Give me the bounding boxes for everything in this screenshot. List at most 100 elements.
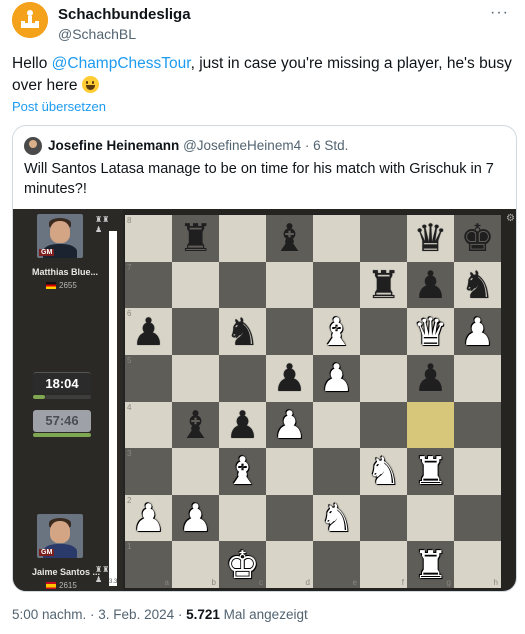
top-player-photo: GM <box>37 214 83 258</box>
file-label: g <box>446 578 451 587</box>
square-c8 <box>219 215 266 262</box>
white-rook-icon: ♜ <box>413 542 448 587</box>
file-label: e <box>352 578 357 587</box>
file-label: h <box>493 578 498 587</box>
account-handle[interactable]: @SchachBL <box>58 26 136 42</box>
square-c1: c ♚ <box>219 541 266 588</box>
square-c6: ♞ <box>219 308 266 355</box>
chess-broadcast-image[interactable]: GM ♜♜ ♟ Matthias Blue... 2655 18:04 57:4… <box>13 209 516 591</box>
square-h6: ♟ <box>454 308 501 355</box>
black-bishop-icon: ♝ <box>272 216 307 261</box>
mention-link[interactable]: @ChampChessTour <box>52 55 191 72</box>
players-icon: ♜♜ <box>95 215 110 224</box>
account-avatar[interactable] <box>12 2 48 38</box>
players-icon-bottom: ♜♜ <box>95 565 110 574</box>
translate-post-link[interactable]: Post übersetzen <box>12 99 106 114</box>
square-d2 <box>266 494 313 542</box>
square-g7: ♟ <box>407 261 454 309</box>
square-a7: 7 <box>125 261 172 309</box>
black-knight-icon: ♞ <box>225 309 260 354</box>
white-pawn-icon: ♟ <box>131 496 166 541</box>
black-rook-icon: ♜ <box>366 262 401 307</box>
quote-timestamp[interactable]: 6 Std. <box>313 138 348 153</box>
file-label: c <box>259 578 263 587</box>
square-f2 <box>360 494 407 542</box>
black-king-icon: ♚ <box>460 216 495 261</box>
player-panel: GM ♜♜ ♟ Matthias Blue... 2655 18:04 57:4… <box>13 209 123 591</box>
account-name[interactable]: Schachbundesliga <box>58 6 191 23</box>
square-e1: e <box>313 541 360 588</box>
white-rook-icon: ♜ <box>413 449 448 494</box>
bottom-player-rating-line: 2615 <box>46 581 77 590</box>
square-e3 <box>313 448 360 495</box>
square-d7 <box>266 261 313 309</box>
square-f7: ♜ <box>360 261 407 309</box>
white-pawn-icon: ♟ <box>319 356 354 401</box>
rank-label: 1 <box>127 542 132 552</box>
board-grid: 8 ♜ ♝ ♛ ♚ 7 ♜ ♟ ♞ 6 ♟ ♞ ♝ ♛ ♟ 5 ♟ ♟ ♟ 4 ♝ ♟ ♟ 3 ♝ ♞ ♜ 2 ♟ ♟ ♞ 1 a b c ♚ d e f g… <box>125 215 501 588</box>
chess-board: 8 ♜ ♝ ♛ ♚ 7 ♜ ♟ ♞ 6 ♟ ♞ ♝ ♛ ♟ 5 ♟ ♟ ♟ 4 ♝ ♟ ♟ 3 ♝ ♞ ♜ 2 ♟ ♟ ♞ 1 a b c ♚ d e f g… <box>124 214 502 589</box>
square-c5 <box>219 354 266 402</box>
square-b8: ♜ <box>172 215 219 262</box>
evaluation-value: 3.3 <box>109 579 118 585</box>
bottom-player-clock: 57:46 <box>33 410 91 432</box>
quote-author-name[interactable]: Josefine Heinemann <box>48 138 179 153</box>
file-label: d <box>305 578 310 587</box>
square-a3: 3 <box>125 448 172 495</box>
top-clock-bar-track <box>45 395 91 399</box>
quote-header: Josefine Heinemann @JosefineHeinem4 · 6 … <box>48 138 348 153</box>
rank-label: 3 <box>127 449 132 459</box>
square-g1: g ♜ <box>407 541 454 588</box>
square-f8 <box>360 215 407 262</box>
file-label: a <box>164 578 169 587</box>
quote-text: Will Santos Latasa manage to be on time … <box>24 161 494 197</box>
white-pawn-icon: ♟ <box>178 496 213 541</box>
views-label: Mal angezeigt <box>219 607 308 622</box>
white-bishop-icon: ♝ <box>319 309 354 354</box>
more-options-icon[interactable]: ··· <box>490 4 509 22</box>
black-pawn-icon: ♟ <box>131 309 166 354</box>
square-f6 <box>360 308 407 355</box>
germany-flag-icon <box>46 282 56 289</box>
square-a2: 2 ♟ <box>125 494 172 542</box>
post-time[interactable]: 5:00 nachm. <box>12 607 86 622</box>
square-d5: ♟ <box>266 354 313 402</box>
square-d6 <box>266 308 313 355</box>
top-player-title: GM <box>39 249 55 256</box>
white-king-icon: ♚ <box>225 542 260 587</box>
white-pawn-icon: ♟ <box>460 309 495 354</box>
file-label: b <box>211 578 216 587</box>
white-bishop-icon: ♝ <box>225 449 260 494</box>
black-bishop-icon: ♝ <box>178 402 213 447</box>
square-c7 <box>219 261 266 309</box>
view-count: 5.721 <box>186 607 220 622</box>
white-knight-icon: ♞ <box>319 496 354 541</box>
top-player-rating-line: 2655 <box>46 281 77 290</box>
square-b6 <box>172 308 219 355</box>
square-b5 <box>172 354 219 402</box>
square-c2 <box>219 494 266 542</box>
square-b7 <box>172 261 219 309</box>
black-rook-icon: ♜ <box>178 216 213 261</box>
square-g5: ♟ <box>407 354 454 402</box>
bottom-clock-bar <box>33 433 91 437</box>
square-g8: ♛ <box>407 215 454 262</box>
bottom-player-photo: GM <box>37 514 83 558</box>
white-pawn-icon: ♟ <box>272 402 307 447</box>
black-pawn-icon: ♟ <box>225 402 260 447</box>
square-a8: 8 <box>125 215 172 262</box>
square-a6: 6 ♟ <box>125 308 172 355</box>
post-date[interactable]: 3. Feb. 2024 <box>98 607 174 622</box>
square-e5: ♟ <box>313 354 360 402</box>
square-f1: f <box>360 541 407 588</box>
square-b3 <box>172 448 219 495</box>
quote-author-avatar[interactable] <box>24 137 42 155</box>
quote-author-handle[interactable]: @JosefineHeinem4 <box>183 138 301 153</box>
square-e8 <box>313 215 360 262</box>
square-b2: ♟ <box>172 494 219 542</box>
white-knight-icon: ♞ <box>366 449 401 494</box>
quoted-post[interactable]: Josefine Heinemann @JosefineHeinem4 · 6 … <box>12 125 517 592</box>
top-player-clock: 18:04 <box>33 372 91 394</box>
evaluation-bar <box>109 231 117 586</box>
square-h7: ♞ <box>454 261 501 309</box>
